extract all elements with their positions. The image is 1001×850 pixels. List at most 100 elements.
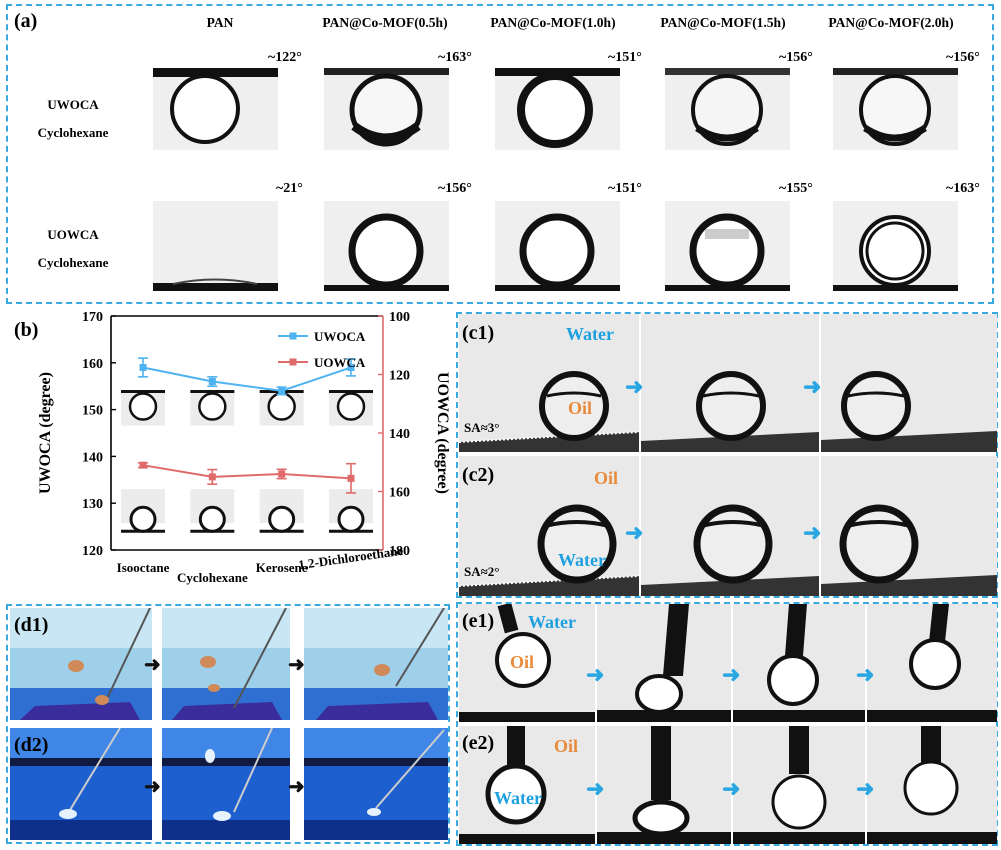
right-tick-label-2: 140 (389, 427, 410, 442)
inset-uwoca-drop-2 (267, 392, 296, 421)
inset-uwoca-drop-1 (198, 392, 227, 421)
c2-arrow-1: ➜ (625, 520, 644, 545)
category-label-1: Cyclohexane (177, 570, 248, 585)
panel-e1: ➜ ➜ ➜ (e1) Water Oil (458, 604, 997, 722)
c1-water-label: Water (566, 324, 614, 344)
image-uwoca-1-0h (495, 68, 620, 150)
image-uwoca-1-5h (665, 68, 790, 150)
inset-uwoca-drop-0 (128, 392, 158, 421)
panel-b-label: (b) (14, 319, 38, 341)
row-liquid-uwoca: Cyclohexane (37, 125, 109, 140)
c2-arrow-2: ➜ (803, 520, 822, 545)
panel-a-label: (a) (14, 10, 38, 32)
e1-water-label: Water (528, 612, 576, 632)
angle-uwoca-0-5h: ~163° (438, 50, 472, 65)
panel-a: (a) PAN PAN@Co-MOF(0.5h) PAN@Co-MOF(1.0h… (6, 4, 994, 304)
panel-c: ➜ ➜ (c1) Water Oil SA≈3° ➜ ➜ (c2) Oil Wa… (456, 312, 998, 598)
e1-oil-label: Oil (510, 652, 535, 672)
category-label-3: 1,2-Dichloroethane (297, 543, 404, 573)
e2-arrow-1: ➜ (586, 776, 605, 801)
image-uowca-1-0h (495, 201, 620, 291)
e1-frame-4 (866, 604, 997, 722)
c1-oil-label: Oil (568, 398, 593, 418)
e1-arrow-3: ➜ (856, 662, 875, 687)
c1-arrow-2: ➜ (803, 374, 822, 399)
d2-label: (d2) (14, 734, 49, 756)
legend-label-uowca: UOWCA (314, 355, 366, 370)
panel-b: (b) 120 130 140 150 160 170 100 120 140 160 180 UWOC… (6, 306, 454, 600)
left-tick-label-0: 120 (82, 544, 103, 559)
panel-e2: ➜ ➜ ➜ (e2) Oil Water (458, 726, 997, 844)
image-uwoca-0-5h (324, 68, 449, 150)
d1-photo-3 (304, 608, 448, 720)
d1-arrow-1: ➜ (144, 654, 161, 676)
d2-arrow-2: ➜ (288, 776, 305, 798)
image-uowca-0-5h (324, 201, 449, 291)
legend-marker-uwoca (289, 332, 297, 340)
contact-angle-chart: (b)120130140150160170 100120140160180UWOC… (14, 310, 451, 585)
point-uwoca-2 (278, 387, 286, 395)
e2-arrow-2: ➜ (722, 776, 741, 801)
e2-oil-label: Oil (554, 736, 579, 756)
series-line-uwoca (142, 366, 352, 392)
row-name-uowca: UOWCA (47, 227, 99, 242)
image-uowca-2-0h (833, 201, 958, 291)
point-uowca-2 (278, 470, 286, 478)
row-liquid-uowca: Cyclohexane (37, 255, 109, 270)
e2-water-label: Water (494, 788, 542, 808)
d2-arrow-1: ➜ (144, 776, 161, 798)
angle-uwoca-2-0h: ~156° (946, 50, 980, 65)
e2-frame-4 (866, 726, 997, 844)
c1-frame-3 (820, 314, 997, 452)
e2-arrow-3: ➜ (856, 776, 875, 801)
column-header-1-0h: PAN@Co-MOF(1.0h) (490, 15, 616, 30)
e1-label: (e1) (462, 610, 495, 632)
inset-uwoca-drop-3 (336, 392, 366, 421)
point-uowca-1 (208, 473, 216, 481)
row-label-uowca: UOWCA Cyclohexane (18, 221, 128, 277)
e1-arrow-2: ➜ (722, 662, 741, 687)
point-uowca-3 (347, 474, 355, 482)
left-tick-label-1: 130 (82, 497, 103, 512)
right-axis-title: UOWCA (degree) (434, 372, 451, 494)
row-name-uwoca: UWOCA (47, 97, 99, 112)
d1-photo-2 (162, 608, 290, 720)
image-uwoca-2-0h (833, 68, 958, 150)
column-header-1-5h: PAN@Co-MOF(1.5h) (660, 15, 786, 30)
e1-frame-3 (732, 604, 865, 722)
angle-uwoca-1-5h: ~156° (779, 50, 813, 65)
c2-frame-3 (820, 456, 997, 596)
legend-marker-uowca (289, 358, 297, 366)
c2-frame-2 (640, 456, 819, 596)
left-axis-title: UWOCA (degree) (37, 372, 54, 494)
series-line-uowca (142, 464, 352, 480)
e2-frame-3 (732, 726, 865, 844)
row-label-uwoca: UWOCA Cyclohexane (18, 91, 128, 147)
angle-uowca-2-0h: ~163° (946, 181, 980, 196)
c2-label: (c2) (462, 464, 495, 486)
e1-arrow-1: ➜ (586, 662, 605, 687)
point-uwoca-1 (208, 378, 216, 386)
panel-d: ➜ ➜ (d1) ➜ ➜ (d2) (6, 604, 450, 844)
column-header-pan: PAN (206, 15, 234, 30)
left-tick-label-4: 160 (82, 357, 103, 372)
inset-uowca-drop-0 (129, 505, 157, 533)
panel-c2: ➜ ➜ (c2) Oil Water SA≈2° (458, 456, 997, 596)
c2-water-label: Water (558, 550, 606, 570)
left-tick-label-2: 140 (82, 450, 103, 465)
panel-c1: ➜ ➜ (c1) Water Oil SA≈3° (458, 314, 997, 452)
angle-uowca-1-0h: ~151° (608, 181, 642, 196)
inset-uowca-drop-2 (268, 505, 296, 533)
column-header-0-5h: PAN@Co-MOF(0.5h) (322, 15, 448, 30)
legend-label-uwoca: UWOCA (314, 329, 366, 344)
d2-photo-3 (304, 728, 448, 840)
left-tick-label-3: 150 (82, 404, 103, 419)
panel-e: ➜ ➜ ➜ (e1) Water Oil ➜ ➜ ➜ (e2) Oil Wate… (456, 602, 998, 846)
angle-uwoca-pan: ~122° (268, 50, 302, 65)
point-uwoca-0 (139, 363, 147, 371)
right-tick-label-1: 120 (389, 369, 410, 384)
e2-frame-2 (596, 726, 731, 844)
c1-label: (c1) (462, 322, 495, 344)
left-tick-label-5: 170 (82, 310, 103, 325)
e2-label: (e2) (462, 732, 495, 754)
